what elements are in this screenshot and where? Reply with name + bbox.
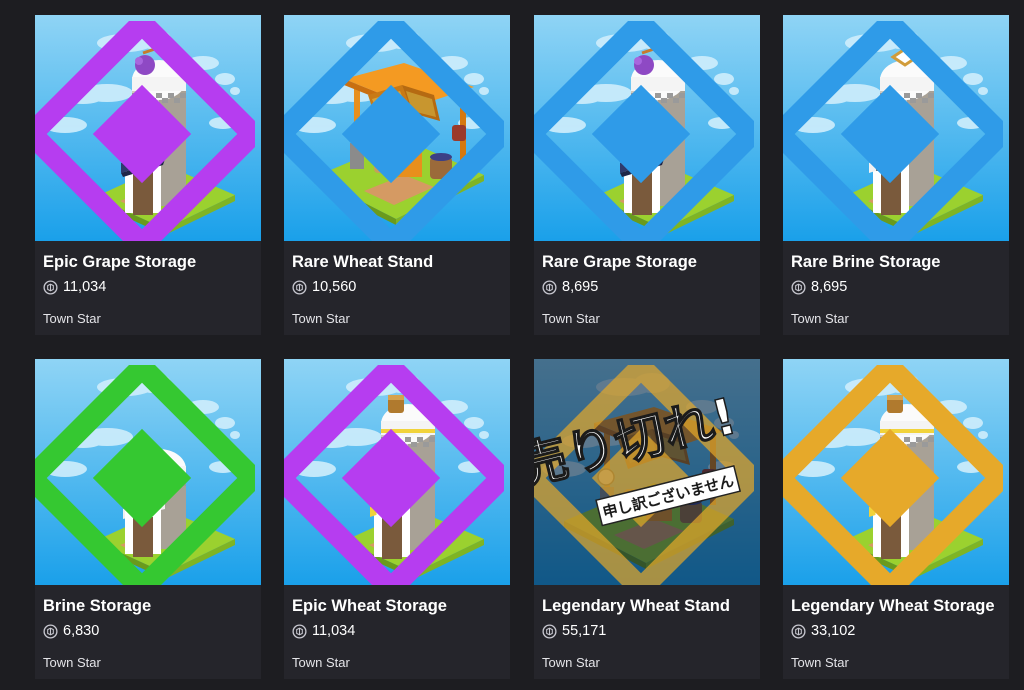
- game-name: Town Star: [292, 311, 350, 326]
- item-artwork: [35, 15, 261, 241]
- item-card[interactable]: Epic Wheat Storage 11,034 Town Star: [284, 359, 510, 679]
- item-card[interactable]: Rare Brine Storage 8,695 Town Star: [783, 15, 1009, 335]
- item-artwork: [284, 15, 510, 241]
- price-row: 6,830: [43, 622, 99, 640]
- item-card[interactable]: Epic Grape Storage 11,034 Town Star: [35, 15, 261, 335]
- item-card[interactable]: 売り切れ! 申し訳ございません Legendary Wheat Stand 55…: [534, 359, 760, 679]
- item-price: 11,034: [63, 279, 107, 295]
- item-name: Epic Grape Storage: [43, 253, 197, 271]
- rarity-badge-icon: [284, 21, 504, 241]
- item-artwork: [783, 359, 1009, 585]
- game-name: Town Star: [791, 311, 849, 326]
- price-row: 11,034: [43, 278, 106, 296]
- item-name: Epic Wheat Storage: [292, 597, 447, 615]
- item-name: Rare Wheat Stand: [292, 253, 434, 271]
- gala-coin-icon: [292, 623, 307, 639]
- item-card[interactable]: Rare Wheat Stand 10,560 Town Star: [284, 15, 510, 335]
- gala-coin-icon: [43, 623, 58, 639]
- price-row: 55,171: [542, 622, 606, 640]
- item-price: 8,695: [562, 279, 599, 295]
- item-price: 8,695: [811, 279, 848, 295]
- rarity-badge-icon: [35, 21, 255, 241]
- item-name: Legendary Wheat Storage: [791, 597, 995, 615]
- item-card[interactable]: Legendary Wheat Storage 33,102 Town Star: [783, 359, 1009, 679]
- sold-out-stamp: 売り切れ! 申し訳ございません: [534, 386, 743, 527]
- item-artwork: [284, 359, 510, 585]
- gala-coin-icon: [542, 623, 557, 639]
- item-price: 55,171: [562, 623, 607, 639]
- game-name: Town Star: [791, 655, 849, 670]
- item-name: Rare Brine Storage: [791, 253, 941, 271]
- price-row: 8,695: [791, 278, 847, 296]
- item-price: 11,034: [312, 623, 356, 639]
- item-card[interactable]: Brine Storage 6,830 Town Star: [35, 359, 261, 679]
- item-artwork: [783, 15, 1009, 241]
- game-name: Town Star: [542, 655, 600, 670]
- item-name: Brine Storage: [43, 597, 152, 615]
- item-name: Legendary Wheat Stand: [542, 597, 730, 615]
- item-name: Rare Grape Storage: [542, 253, 697, 271]
- item-artwork: [35, 359, 261, 585]
- price-row: 10,560: [292, 278, 356, 296]
- game-name: Town Star: [542, 311, 600, 326]
- rarity-badge-icon: [534, 21, 754, 241]
- item-card[interactable]: Rare Grape Storage 8,695 Town Star: [534, 15, 760, 335]
- item-artwork: [534, 15, 760, 241]
- item-price: 33,102: [811, 623, 856, 639]
- game-name: Town Star: [43, 655, 101, 670]
- gala-coin-icon: [43, 279, 58, 295]
- gala-coin-icon: [292, 279, 307, 295]
- rarity-badge-icon: [35, 365, 255, 585]
- nft-item-grid: Epic Grape Storage 11,034 Town Star Rare…: [0, 0, 1024, 690]
- rarity-badge-icon: [783, 365, 1003, 585]
- game-name: Town Star: [292, 655, 350, 670]
- price-row: 33,102: [791, 622, 855, 640]
- price-row: 8,695: [542, 278, 598, 296]
- rarity-badge-icon: [783, 21, 1003, 241]
- gala-coin-icon: [791, 623, 806, 639]
- item-artwork: 売り切れ! 申し訳ございません: [534, 359, 760, 585]
- item-price: 10,560: [312, 279, 357, 295]
- gala-coin-icon: [542, 279, 557, 295]
- game-name: Town Star: [43, 311, 101, 326]
- gala-coin-icon: [791, 279, 806, 295]
- rarity-badge-icon: [284, 365, 504, 585]
- price-row: 11,034: [292, 622, 355, 640]
- item-price: 6,830: [63, 623, 100, 639]
